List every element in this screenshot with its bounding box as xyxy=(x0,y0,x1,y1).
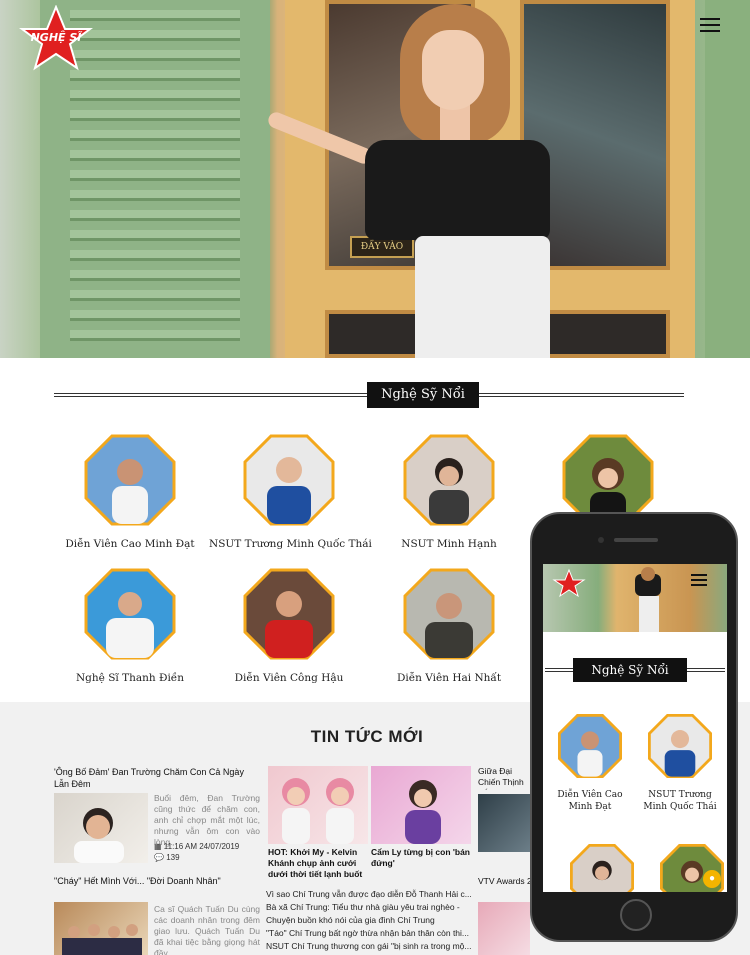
news-thumbnail[interactable] xyxy=(268,766,368,844)
news-comments: 💬 139 xyxy=(154,853,180,862)
artist-photo xyxy=(558,714,622,778)
star-logo-icon: NGHỆ SĨ xyxy=(19,4,93,71)
hamburger-icon xyxy=(700,18,720,20)
phone-screen: Nghệ Sỹ Nổi Tiếng Diễn Viên Cao Minh Đạt… xyxy=(543,564,727,892)
page: ĐẨY VÀO NGHỆ SĨ Nghệ Sỹ Nổi Tiếng Diễn V… xyxy=(0,0,750,955)
news-excerpt: Ca sĩ Quách Tuấn Du cùng các doanh nhân … xyxy=(154,904,260,955)
news-card-caption[interactable]: Cẩm Ly từng bị con 'bán đứng' xyxy=(371,847,471,869)
phone-artist-card[interactable]: Diễn Viên Cao Minh Đạt xyxy=(545,714,635,813)
news-card-caption[interactable]: VTV Awards 2 xyxy=(478,876,530,887)
phone-section-title: Nghệ Sỹ Nổi Tiếng xyxy=(573,658,687,701)
artist-card[interactable]: Diễn Viên Công Hậu xyxy=(209,568,369,684)
news-list-item[interactable]: "Táo" Chí Trung bất ngờ thừa nhận bản th… xyxy=(266,927,474,939)
hamburger-icon[interactable] xyxy=(691,574,707,586)
section-title: Nghệ Sỹ Nổi Tiếng xyxy=(367,382,479,428)
artist-name: Diễn Viên Cao Minh Đạt xyxy=(65,538,195,550)
chat-icon[interactable]: ● xyxy=(703,870,721,888)
artist-name: Diễn Viên Hai Nhất xyxy=(396,672,502,684)
artist-card[interactable]: Diễn Viên Hai Nhất xyxy=(369,568,529,684)
news-thumbnail[interactable] xyxy=(54,793,148,863)
artist-name: Diễn Viên Cao Minh Đạt xyxy=(557,790,623,812)
artist-photo xyxy=(84,434,176,526)
news-card-caption[interactable]: HOT: Khởi My - Kelvin Khánh chụp ảnh cướ… xyxy=(268,847,368,880)
home-button xyxy=(620,899,652,931)
news-thumbnail[interactable] xyxy=(371,766,471,844)
artist-name: Nghệ Sĩ Thanh Điền xyxy=(75,672,185,684)
artist-photo xyxy=(403,568,495,660)
artist-card[interactable]: Nghệ Sĩ Thanh Điền xyxy=(50,568,210,684)
menu-button[interactable] xyxy=(700,18,720,34)
news-thumbnail[interactable] xyxy=(478,902,530,955)
news-card-caption[interactable]: Giữa Đại Chiến Thịnh Vắn Ch xyxy=(478,766,530,790)
artist-name: NSUT Trương Minh Quốc Thái xyxy=(209,538,372,550)
artist-photo xyxy=(403,434,495,526)
artist-card[interactable]: Diễn Viên Cao Minh Đạt xyxy=(50,434,210,550)
svg-text:NGHỆ SĨ: NGHỆ SĨ xyxy=(31,30,84,44)
mini-hero xyxy=(543,564,727,632)
artist-card[interactable]: NSUT Trương Minh Quốc Thái xyxy=(209,434,372,550)
calendar-icon: ▦ xyxy=(154,842,164,851)
artists-heading: Nghệ Sỹ Nổi Tiếng xyxy=(54,382,684,428)
phone-artist-card[interactable]: NSUT Trương Minh Quốc Thái xyxy=(635,714,725,813)
news-headline[interactable]: "Cháy" Hết Mình Với... "Đời Doanh Nhân" xyxy=(54,875,259,887)
hero-model xyxy=(266,0,550,358)
artist-name: NSUT Trương Minh Quốc Thái xyxy=(643,790,717,812)
artist-photo xyxy=(243,568,335,660)
artist-photo xyxy=(84,568,176,660)
news-list-item[interactable]: Vì sao Chí Trung vẫn được đạo diễn Đỗ Th… xyxy=(266,888,474,900)
site-logo[interactable]: NGHỆ SĨ xyxy=(16,4,96,71)
hero-banner: ĐẨY VÀO NGHỆ SĨ xyxy=(0,0,750,358)
news-list-item[interactable]: Chuyện buồn khó nói của gia đình Chí Tru… xyxy=(266,914,474,926)
news-headline[interactable]: 'Ông Bố Đảm' Đan Trường Chăm Con Cả Ngày… xyxy=(54,766,259,790)
news-thumbnail[interactable] xyxy=(478,794,530,852)
artist-card[interactable]: NSUT Minh Hạnh xyxy=(369,434,529,550)
news-excerpt: Buổi đêm, Đan Trường cũng thức để chăm c… xyxy=(154,793,260,847)
artist-photo xyxy=(570,844,634,892)
artist-photo xyxy=(648,714,712,778)
artist-name: Diễn Viên Công Hậu xyxy=(234,672,344,684)
artist-name: NSUT Minh Hạnh xyxy=(401,538,497,550)
news-list-item[interactable]: Bà xã Chí Trung: Tiểu thư nhà giàu yêu t… xyxy=(266,901,474,913)
news-list-item[interactable]: NSUT Chí Trung thương con gái "bị sinh r… xyxy=(266,940,474,952)
phone-artist-card[interactable] xyxy=(557,844,647,892)
comment-icon: 💬 xyxy=(154,853,167,862)
phone-mockup: Nghệ Sỹ Nổi Tiếng Diễn Viên Cao Minh Đạt… xyxy=(530,512,738,942)
artist-photo xyxy=(243,434,335,526)
news-time: ▦ 11:16 AM 24/07/2019 xyxy=(154,842,240,851)
news-thumbnail[interactable] xyxy=(54,902,148,955)
